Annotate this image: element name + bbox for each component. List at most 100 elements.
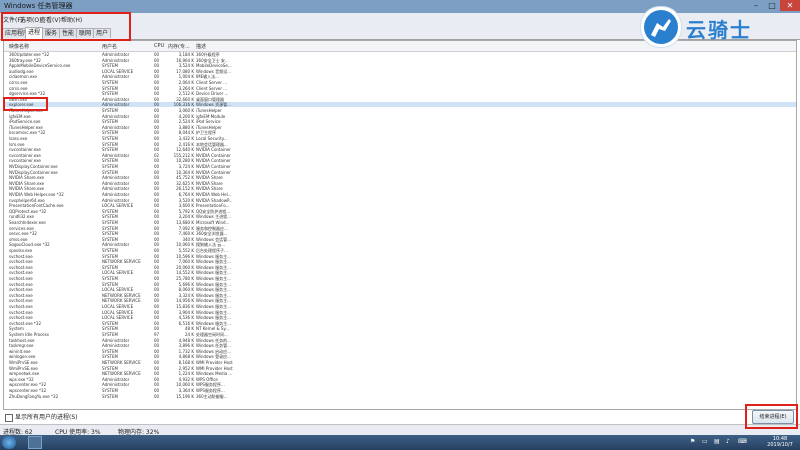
table-row[interactable]: svchost.exe SYSTEM 00 20,060 K Windows 服务主..… (4, 265, 796, 270)
table-row[interactable]: nvsphelper64.exe Administrator 00 3,520 K NV… (4, 198, 796, 203)
table-row[interactable]: PresentationFontCache.exe LOCAL SERVICE 00… (4, 203, 796, 208)
table-row[interactable]: ZhuDongFangYu.exe *32 SYSTEM 00 15,196 K 360… (4, 394, 796, 399)
taskbar-task-manager[interactable] (28, 436, 42, 449)
table-row[interactable]: QQProtect.exe *32 SYSTEM 00 5,792 K QQ安全防护进程… (4, 209, 796, 214)
table-row[interactable]: NVDisplay.Container.exe SYSTEM 00 3,724 K NV… (4, 164, 796, 169)
table-cell: 10,060 K (176, 382, 194, 388)
table-row[interactable]: lsass.exe SYSTEM 00 3,432 K Local Security..… (4, 136, 796, 141)
table-row[interactable]: wpscenter.exe *32 Administrator 00 10,060 K… (4, 382, 796, 387)
table-row[interactable]: SearchIndexer.exe SYSTEM 00 13,680 K Microso… (4, 220, 796, 225)
table-row[interactable]: nvcontainer.exe Administrator 02 155,212 KN… (4, 153, 796, 158)
table-row[interactable]: AppleMobileDeviceService.exe SYSTEM 00 3,52… (4, 63, 796, 68)
table-row[interactable]: audiodg.exe LOCAL SERVICE 00 17,080 K Window… (4, 69, 796, 74)
table-row[interactable]: sesvc.exe *32 SYSTEM 00 7,460 K 360安全浏览器... (4, 231, 796, 236)
table-row[interactable]: svchost.exe NETWORK SERVICE 00 14,956 K Wind… (4, 298, 796, 303)
table-row[interactable]: svchost.exe LOCAL SERVICE 00 14,552 K Window… (4, 270, 796, 275)
table-row[interactable]: svchost.exe SYSTEM 00 25,780 K Windows 服务主..… (4, 276, 796, 281)
table-row[interactable]: NVDisplay.Container.exe SYSTEM 00 10,364 KN… (4, 170, 796, 175)
table-row[interactable]: NVIDIA Share.exe Administrator 00 45,752 KN… (4, 175, 796, 180)
table-row[interactable]: svchost.exe *32 SYSTEM 00 6,516 K Windows 服务… (4, 321, 796, 326)
table-row[interactable]: csrss.exe SYSTEM 00 3,264 K Client Server ..… (4, 86, 796, 91)
table-row[interactable]: svchost.exe NETWORK SERVICE 00 3,324 K Windo… (4, 293, 796, 298)
column-image-name[interactable]: 映像名称 (9, 43, 29, 50)
table-row[interactable]: lsm.exe SYSTEM 00 2,416 K 本地会话管理器... (4, 142, 796, 147)
table-cell: 00 (154, 371, 160, 377)
table-row[interactable]: NVIDIA Share.exe Administrator 00 26,152 KN… (4, 186, 796, 191)
table-cell: SYSTEM (102, 388, 118, 393)
table-row[interactable]: iPodService.exe SYSTEM 00 2,524 KiPod Servi… (4, 119, 796, 124)
tray-volume-icon[interactable]: ♪ (726, 439, 732, 445)
tray-keyboard-icon[interactable]: ⌨ (738, 439, 747, 445)
table-row[interactable]: spoolsv.exe SYSTEM 00 5,552 K 后台处理程序子... (4, 248, 796, 253)
table-row[interactable]: wininit.exe SYSTEM 00 1,732 K Windows 启动应... (4, 349, 796, 354)
table-row[interactable]: csrss.exe SYSTEM 00 2,064 K Client Server ..… (4, 80, 796, 85)
table-cell: 3,724 K (178, 164, 194, 169)
column-description[interactable]: 描述 (196, 43, 206, 50)
table-cell: 00 (154, 197, 160, 203)
table-cell: svchost.exe (9, 253, 33, 259)
table-row[interactable]: winlogon.exe SYSTEM 00 4,868 K Windows 登录应..… (4, 354, 796, 359)
table-row[interactable]: svchost.exe LOCAL SERVICE 00 8,060 K Windows… (4, 287, 796, 292)
table-row[interactable]: svchost.exe SYSTEM 00 5,696 K Windows 服务主... (4, 282, 796, 287)
table-row[interactable]: smss.exe SYSTEM 00 340 K Windows 会话管... (4, 237, 796, 242)
table-row[interactable]: SogouCloud.exe *32 Administrator 00 10,060 … (4, 242, 796, 247)
table-row[interactable]: services.exe SYSTEM 00 7,092 K 服务和控制器应... (4, 226, 796, 231)
table-cell: 00 (154, 180, 160, 186)
table-row[interactable]: taskmgr.exe Administrator 00 3,896 K Windows… (4, 343, 796, 348)
table-row[interactable]: explorer.exe Administrator 00 106,316 K Wind… (4, 102, 796, 108)
table-cell: 14,552 K (176, 270, 194, 276)
tray-monitor-icon[interactable]: ▭ (702, 439, 708, 445)
table-row[interactable]: WmiPrvSE.exe SYSTEM 00 2,952 K WMI Provider … (4, 366, 796, 371)
table-cell: 3,520 K (178, 197, 194, 203)
table-cell: 00 (154, 119, 160, 125)
table-row[interactable]: nvcontainer.exe SYSTEM 00 10,280 K NVIDIA Co… (4, 158, 796, 163)
table-row[interactable]: 360Updater.exe *32 Administrator 00 3,184 K… (4, 52, 796, 57)
show-all-processes[interactable]: 显示所有用户的进程(S) (5, 412, 78, 422)
table-row[interactable]: wmpnetwk.exe NETWORK SERVICE 00 1,224 K Wind… (4, 371, 796, 376)
table-row[interactable]: kscomsvc.exe *32 SYSTEM 00 8,044 K 护卫主程序 (4, 130, 796, 135)
taskbar-clock[interactable]: 10:48 2019/10/7 (760, 436, 800, 448)
table-cell: LOCAL SERVICE (102, 315, 134, 321)
table-row[interactable]: dwm.exe Administrator 00 32,660 K 桌面窗口管理器 (4, 97, 796, 102)
table-row[interactable]: svchost.exe LOCAL SERVICE 00 15,836 K Window… (4, 304, 796, 309)
column-cpu[interactable]: CPU (154, 43, 164, 49)
table-cell: SYSTEM (102, 248, 118, 253)
column-memory[interactable]: 内存(专... (168, 43, 190, 50)
tray-flag-icon[interactable]: ⚑ (690, 439, 696, 445)
column-user-name[interactable]: 用户名 (102, 43, 117, 50)
table-row[interactable]: iTunesHelper.exe SYSTEM 00 3,060 KiTunesHel… (4, 108, 796, 113)
table-row[interactable]: nvcontainer.exe SYSTEM 00 12,640 K NVIDIA Co… (4, 147, 796, 152)
table-row[interactable]: svchost.exe SYSTEM 00 10,596 K Windows 服务主..… (4, 254, 796, 259)
table-cell: 00 (154, 57, 160, 63)
table-cell: 00 (154, 108, 160, 113)
table-row[interactable]: dgservice.exe *32 SYSTEM 00 2,512 K Device D… (4, 91, 796, 96)
table-row[interactable]: System Idle Process SYSTEM 97 24 K 处理器空闲时间..… (4, 332, 796, 337)
table-cell: kscomsvc.exe *32 (9, 130, 46, 136)
tray-network-icon[interactable]: ▤ (714, 439, 720, 445)
table-row[interactable]: svchost.exe NETWORK SERVICE 00 7,060 K Windo… (4, 259, 796, 264)
table-row[interactable]: NVIDIA Share.exe Administrator 00 32,625 KN… (4, 181, 796, 186)
start-button[interactable] (2, 436, 16, 449)
table-row[interactable]: taskhost.exe Administrator 00 4,948 K Window… (4, 338, 796, 343)
table-row[interactable]: iTunesHelper.exe Administrator 00 3,880 KiT… (4, 125, 796, 130)
table-cell: 10,060 K (176, 242, 194, 248)
table-row[interactable]: svchost.exe LOCAL SERVICE 00 3,904 K Windows… (4, 310, 796, 315)
table-row[interactable]: System SYSTEM 00 48 K NT Kernel & Sy... (4, 326, 796, 331)
table-cell: wpscenter.exe *32 (9, 388, 47, 393)
table-cell: 155,212 K (173, 152, 194, 158)
table-row[interactable]: wps.exe *32 Administrator 00 4,932 K WPS Off… (4, 377, 796, 382)
table-row[interactable]: wpscenter.exe *32 SYSTEM 00 3,364 K WPS服务程序.… (4, 388, 796, 393)
table-cell: 后台处理程序子... (196, 248, 228, 253)
table-row[interactable]: cidaemon.exe Administrator 00 1,004 K IME输入法… (4, 74, 796, 79)
table-row[interactable]: svchost.exe LOCAL SERVICE 00 4,536 K Windows… (4, 315, 796, 320)
table-row[interactable]: rundll32.exe SYSTEM 00 3,204 K Windows 主进程..… (4, 214, 796, 219)
table-row[interactable]: NVIDIA Web Helper.exe *32 Administrator 00… (4, 192, 796, 197)
table-cell: 7,060 K (178, 259, 194, 265)
show-all-checkbox[interactable] (5, 413, 13, 422)
table-row[interactable]: 360tray.exe *32 Administrator 00 16,964 K 36… (4, 58, 796, 63)
table-cell: NT Kernel & Sy... (196, 326, 230, 332)
table-cell: 24 K (185, 332, 194, 337)
table-row[interactable]: igfxEM.exe Administrator 00 4,200 KigfxEM M… (4, 114, 796, 119)
table-row[interactable]: WmiPrvSE.exe NETWORK SERVICE 00 8,168 K WMI … (4, 360, 796, 365)
table-cell: Administrator (102, 382, 130, 388)
